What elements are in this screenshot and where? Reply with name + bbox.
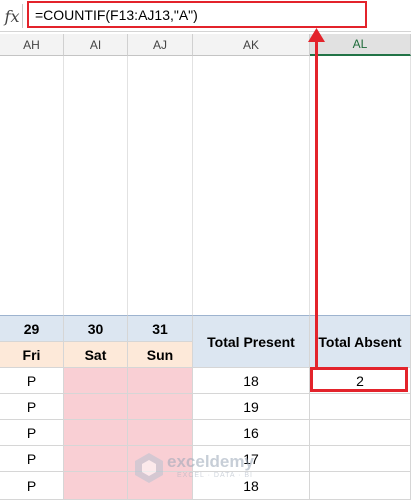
cell-ai-14[interactable]	[64, 394, 128, 420]
cell-ah-13[interactable]: P	[0, 368, 64, 394]
day-date-29[interactable]: 29	[0, 315, 64, 342]
column-header-al[interactable]: AL	[310, 34, 411, 56]
column-header-ai[interactable]: AI	[64, 34, 128, 56]
cell-al-15[interactable]	[310, 420, 411, 446]
cell-ah-16[interactable]: P	[0, 446, 64, 472]
cell-ai-13[interactable]	[64, 368, 128, 394]
arrow-head-icon	[308, 28, 325, 42]
column-header-ah[interactable]: AH	[0, 34, 64, 56]
day-date-30[interactable]: 30	[64, 315, 128, 342]
logo-tagline: EXCEL · DATA · BI	[177, 472, 253, 479]
cell-al-16[interactable]	[310, 446, 411, 472]
cell-ak-15[interactable]: 16	[193, 420, 310, 446]
exceldemy-logo: exceldemy EXCEL · DATA · BI	[135, 448, 295, 488]
cell-aj-13[interactable]	[128, 368, 193, 394]
day-weekday-sun[interactable]: Sun	[128, 342, 193, 368]
column-header-aj[interactable]: AJ	[128, 34, 193, 56]
day-weekday-fri[interactable]: Fri	[0, 342, 64, 368]
formula-input[interactable]: =COUNTIF(F13:AJ13,"A")	[27, 1, 367, 28]
cell-al-17[interactable]	[310, 472, 411, 500]
cell-aj-15[interactable]	[128, 420, 193, 446]
cell-ah-15[interactable]: P	[0, 420, 64, 446]
gridline	[127, 56, 128, 315]
cell-ai-15[interactable]	[64, 420, 128, 446]
function-icon[interactable]: fx	[2, 2, 22, 30]
cell-al-14[interactable]	[310, 394, 411, 420]
cell-ai-16[interactable]	[64, 446, 128, 472]
day-date-31[interactable]: 31	[128, 315, 193, 342]
total-absent-header[interactable]: Total Absent	[310, 315, 411, 368]
gridline	[192, 56, 193, 315]
cell-ai-17[interactable]	[64, 472, 128, 500]
cell-ah-17[interactable]: P	[0, 472, 64, 500]
exceldemy-logo-icon	[135, 453, 163, 483]
arrow-line	[315, 38, 318, 368]
cell-ah-14[interactable]: P	[0, 394, 64, 420]
day-weekday-sat[interactable]: Sat	[64, 342, 128, 368]
gridline	[309, 56, 310, 315]
total-present-header[interactable]: Total Present	[193, 315, 310, 368]
formula-bar-divider	[22, 4, 23, 28]
logo-name: exceldemy	[167, 452, 254, 471]
cell-aj-14[interactable]	[128, 394, 193, 420]
gridline	[63, 56, 64, 315]
selected-cell-highlight	[310, 367, 408, 392]
cell-ak-14[interactable]: 19	[193, 394, 310, 420]
column-header-ak[interactable]: AK	[193, 34, 310, 56]
cell-ak-13[interactable]: 18	[193, 368, 310, 394]
